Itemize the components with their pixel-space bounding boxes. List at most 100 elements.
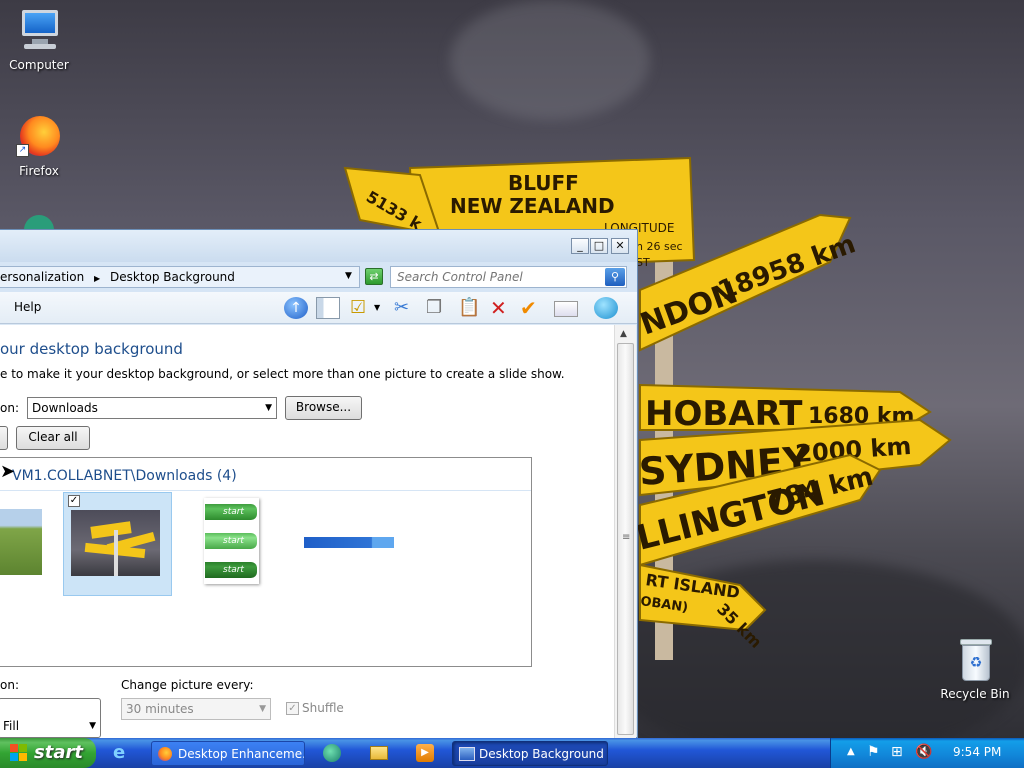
shell-icon[interactable] [594, 297, 618, 319]
taskbar-item-desktop-enhancements[interactable]: Desktop Enhanceme... [151, 741, 305, 766]
recycle-bin-icon: ♻ [952, 637, 998, 683]
thumb-start-label: start [205, 533, 257, 549]
vertical-scrollbar[interactable]: ▲ ≡ [614, 325, 636, 739]
flag-icon[interactable]: ⚑ [867, 744, 880, 760]
desktop-icon-computer[interactable]: Computer [0, 8, 78, 72]
select-all-button[interactable] [0, 426, 8, 450]
windows-logo-icon [10, 744, 28, 762]
mouse-cursor-icon: ➤ [0, 461, 16, 482]
paste-icon[interactable]: 📋 [458, 297, 482, 319]
desktop-icon-recycle-bin[interactable]: ♻ Recycle Bin [936, 637, 1014, 701]
thumbnail-landscape[interactable] [0, 509, 42, 575]
content-pane: our desktop background e to make it your… [0, 325, 614, 739]
media-player-icon[interactable]: ▶ [416, 744, 434, 762]
system-tray: ▲ ⚑ ⊞ 🔇 9:54 PM [830, 738, 1024, 768]
thumbnail-checkbox[interactable]: ✓ [68, 495, 80, 507]
picture-position-select[interactable]: Fill ▼ [0, 698, 101, 738]
close-button[interactable]: ✕ [611, 238, 629, 254]
volume-muted-icon[interactable]: 🔇 [915, 744, 932, 760]
breadcrumb[interactable]: ersonalization ▶ Desktop Background ▼ [0, 266, 360, 288]
browse-button[interactable]: Browse... [285, 396, 362, 420]
desktop-icon-label: Firefox [19, 164, 59, 178]
views-icon[interactable]: ☑ [350, 297, 374, 319]
shuffle-checkbox[interactable]: ✓ [286, 702, 299, 715]
cut-icon[interactable]: ✂ [394, 297, 418, 319]
change-picture-value: 30 minutes [126, 702, 194, 716]
start-button[interactable]: start [0, 738, 96, 768]
group-header-label: VM1.COLLABNET\Downloads (4) [12, 468, 237, 484]
folders-pane-icon[interactable] [316, 297, 340, 319]
window-titlebar[interactable]: _ □ ✕ [0, 230, 637, 262]
page-instructions: e to make it your desktop background, or… [0, 367, 565, 381]
group-header[interactable]: VM1.COLLABNET\Downloads (4) [0, 458, 531, 491]
desktop-background-window: _ □ ✕ ersonalization ▶ Desktop Backgroun… [0, 229, 638, 739]
checkmark-icon[interactable]: ✔ [520, 297, 544, 319]
shuffle-label: Shuffle [302, 701, 344, 715]
desktop-icon-label: Computer [9, 58, 69, 72]
taskbar-item-desktop-background[interactable]: Desktop Background [452, 741, 608, 766]
location-select-value: Downloads [32, 401, 98, 415]
control-panel-icon [459, 747, 475, 761]
breadcrumb-arrow-icon: ▶ [94, 274, 101, 283]
internet-explorer-icon[interactable]: e [113, 743, 135, 763]
views-dropdown-icon[interactable]: ▼ [374, 297, 386, 319]
search-box[interactable]: ⚲ [390, 266, 627, 288]
desktop-icon-firefox[interactable]: ↗ Firefox [0, 114, 78, 178]
change-picture-label: Change picture every: [121, 678, 254, 692]
copy-icon[interactable]: ❐ [426, 297, 450, 319]
start-label: start [34, 742, 83, 763]
app-icon[interactable] [323, 744, 341, 762]
picture-list: VM1.COLLABNET\Downloads (4) ➤ ✓ start st… [0, 457, 532, 667]
breadcrumb-item-personalization[interactable]: ersonalization [0, 270, 84, 284]
show-hidden-icons-icon[interactable]: ▲ [847, 746, 855, 757]
minimize-button[interactable]: _ [571, 238, 589, 254]
taskbar: start e Desktop Enhanceme... ▶ Desktop B… [0, 738, 1024, 768]
desktop-icon-label: Recycle Bin [940, 687, 1010, 701]
breadcrumb-item-desktop-background[interactable]: Desktop Background [110, 270, 235, 284]
app-icon [24, 215, 54, 229]
change-picture-select[interactable]: 30 minutes ▼ [121, 698, 271, 720]
taskbar-item-label: Desktop Background [479, 747, 604, 761]
nz-text: NEW ZEALAND [450, 194, 615, 218]
scroll-grip-icon: ≡ [622, 532, 631, 543]
signpost-thumbnail-image [71, 510, 160, 576]
thumbnail-signpost-selected[interactable]: ✓ [63, 492, 172, 596]
folder-icon[interactable] [370, 746, 388, 760]
desktop-icon-partial[interactable] [0, 215, 78, 229]
delete-icon[interactable]: ✕ [490, 297, 514, 319]
scroll-up-arrow-icon[interactable]: ▲ [620, 329, 627, 339]
scroll-thumb[interactable]: ≡ [617, 343, 634, 735]
page-title: our desktop background [0, 340, 183, 358]
refresh-icon[interactable]: ⇄ [365, 268, 383, 285]
st-text: ST [636, 256, 650, 269]
thumb-start-label: start [205, 504, 257, 520]
computer-icon [16, 8, 62, 54]
sec-text: n 26 sec [636, 240, 683, 253]
up-arrow-icon[interactable]: ↑ [284, 297, 308, 319]
chevron-down-icon: ▼ [89, 721, 96, 731]
menu-toolbar: Help ↑ ☑ ▼ ✂ ❐ 📋 ✕ ✔ [0, 292, 637, 324]
firefox-icon [158, 747, 172, 761]
clear-all-button[interactable]: Clear all [16, 426, 90, 450]
address-bar: ersonalization ▶ Desktop Background ▼ ⇄ … [0, 262, 637, 292]
clock[interactable]: 9:54 PM [953, 745, 1001, 759]
sign-hobart-text: HOBART [645, 394, 803, 434]
picture-position-label: on: [0, 678, 19, 692]
chevron-down-icon: ▼ [259, 704, 266, 714]
maximize-button[interactable]: □ [590, 238, 608, 254]
taskbar-item-label: Desktop Enhanceme... [178, 747, 305, 761]
search-icon[interactable]: ⚲ [605, 268, 625, 286]
picture-position-value: Fill [3, 719, 20, 733]
chevron-down-icon: ▼ [265, 403, 272, 413]
breadcrumb-dropdown-icon[interactable]: ▼ [345, 271, 352, 281]
thumbnail-start-buttons[interactable]: start start start [204, 498, 259, 584]
properties-icon[interactable] [554, 301, 578, 317]
bluff-text: BLUFF [508, 171, 579, 195]
search-input[interactable] [391, 267, 591, 287]
firefox-icon: ↗ [16, 114, 62, 160]
menu-help[interactable]: Help [14, 300, 41, 314]
location-select[interactable]: Downloads ▼ [27, 397, 277, 419]
network-icon[interactable]: ⊞ [891, 744, 903, 760]
thumbnail-taskbar[interactable] [304, 537, 394, 548]
location-label: on: [0, 401, 19, 415]
